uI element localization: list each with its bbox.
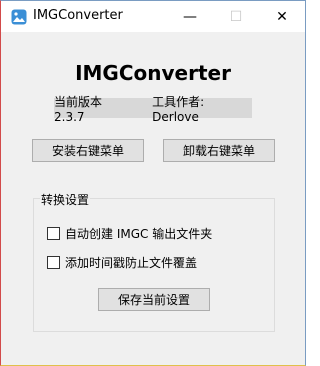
minimize-button[interactable]: —	[167, 1, 213, 32]
app-window: IMGConverter — ☐ ✕ IMGConverter 当前版本 2.3…	[0, 0, 306, 366]
timestamp-label: 添加时间戳防止文件覆盖	[65, 256, 198, 270]
auto-create-folder-option[interactable]: 自动创建 IMGC 输出文件夹	[47, 225, 212, 242]
close-icon: ✕	[276, 8, 288, 25]
auto-create-folder-checkbox[interactable]	[47, 227, 60, 240]
uninstall-context-menu-button[interactable]: 卸载右键菜单	[163, 139, 275, 162]
close-button[interactable]: ✕	[259, 1, 305, 32]
uninstall-button-label: 卸载右键菜单	[182, 144, 255, 158]
main-content: IMGConverter 当前版本 2.3.7 工具作者: Derlove 安装…	[1, 32, 305, 365]
save-button-label: 保存当前设置	[117, 293, 190, 307]
app-heading: IMGConverter	[75, 61, 231, 85]
auto-create-folder-label: 自动创建 IMGC 输出文件夹	[65, 227, 213, 241]
author-label: 工具作者: Derlove	[152, 94, 205, 124]
save-settings-button[interactable]: 保存当前设置	[98, 288, 210, 311]
timestamp-option[interactable]: 添加时间戳防止文件覆盖	[47, 254, 197, 271]
version-label: 当前版本 2.3.7	[54, 94, 103, 124]
settings-group-title: 转换设置	[40, 191, 91, 208]
maximize-button: ☐	[213, 1, 259, 32]
install-button-label: 安装右键菜单	[51, 144, 124, 158]
window-title: IMGConverter	[33, 8, 123, 23]
title-bar[interactable]: IMGConverter — ☐ ✕	[1, 1, 305, 32]
install-context-menu-button[interactable]: 安装右键菜单	[32, 139, 144, 162]
maximize-icon: ☐	[229, 8, 243, 25]
image-icon	[11, 9, 27, 25]
timestamp-checkbox[interactable]	[47, 256, 60, 269]
version-info-bar: 当前版本 2.3.7 工具作者: Derlove	[54, 95, 252, 124]
minimize-icon: —	[183, 8, 197, 25]
